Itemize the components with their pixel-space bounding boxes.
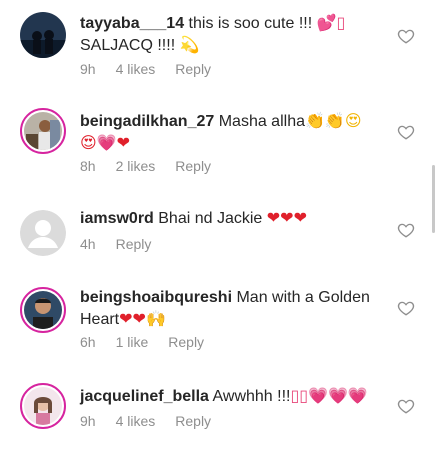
reply-button[interactable]: Reply [116, 236, 152, 252]
comment-emoji: ❤❤❤ [266, 208, 307, 227]
comment-username[interactable]: tayyaba___14 [80, 15, 184, 32]
comment-meta: 6h 1 like Reply [80, 334, 224, 350]
like-heart-icon[interactable] [397, 221, 415, 239]
avatar[interactable] [20, 210, 66, 256]
avatar[interactable] [20, 383, 66, 429]
comment-meta: 4h Reply [80, 236, 171, 252]
comment-emoji-line2: ❤❤🙌 [119, 309, 166, 328]
like-heart-icon[interactable] [397, 397, 415, 415]
comment-body: this is soo cute !!! [184, 15, 317, 32]
comment-time: 8h [80, 158, 96, 174]
comment-body: Bhai nd Jackie [153, 210, 267, 227]
avatar[interactable] [20, 287, 66, 333]
comment-username[interactable]: beingshoaibqureshi [80, 289, 232, 306]
comment-username[interactable]: beingadilkhan_27 [80, 113, 214, 130]
comment-emoji: 💕▯ [316, 13, 346, 32]
like-heart-icon[interactable] [397, 27, 415, 45]
avatar-image [24, 291, 62, 329]
comment-meta: 8h 2 likes Reply [80, 158, 231, 174]
comment-body-line2: SALJACQ !!!! [80, 37, 180, 54]
comment-likes[interactable]: 2 likes [116, 158, 156, 174]
avatar[interactable] [20, 108, 66, 154]
comment-text: beingadilkhan_27 Masha allha👏👏😍 😍💗❤ [80, 110, 380, 154]
like-heart-icon[interactable] [397, 299, 415, 317]
comment-body: Masha allha [214, 113, 305, 130]
comment-body-line2: Heart [80, 311, 120, 328]
like-heart-icon[interactable] [397, 123, 415, 141]
reply-button[interactable]: Reply [175, 61, 211, 77]
comment-likes[interactable]: 1 like [116, 334, 149, 350]
comment-emoji-line2: 💫 [179, 35, 200, 54]
comment-emoji: 👏👏😍 [304, 111, 362, 130]
comment-time: 9h [80, 61, 96, 77]
comment-username[interactable]: iamsw0rd [80, 210, 154, 227]
comment-text: tayyaba___14 this is soo cute !!! 💕▯ SAL… [80, 12, 380, 56]
avatar[interactable] [20, 12, 66, 58]
comment-emoji-line2: 😍💗❤ [80, 133, 131, 152]
comment-body: Man with a Golden [232, 289, 370, 306]
comment-text: jacquelinef_bella Awwhhh !!!▯▯💗💗💗 [80, 385, 380, 407]
scrollbar[interactable] [432, 165, 435, 233]
reply-button[interactable]: Reply [168, 334, 204, 350]
comment-time: 4h [80, 236, 96, 252]
comment-body: Awwhhh !!! [208, 388, 291, 405]
avatar-image [20, 12, 66, 58]
comment-text: beingshoaibqureshi Man with a Golden Hea… [80, 287, 380, 330]
comment-likes[interactable]: 4 likes [116, 413, 156, 429]
default-avatar-icon [20, 210, 66, 256]
comment-emoji: ▯▯💗💗💗 [290, 386, 368, 405]
comment-text: iamsw0rd Bhai nd Jackie ❤❤❤ [80, 207, 380, 229]
comment-meta: 9h 4 likes Reply [80, 61, 231, 77]
comment-time: 6h [80, 334, 96, 350]
comment-time: 9h [80, 413, 96, 429]
comment-likes[interactable]: 4 likes [116, 61, 156, 77]
reply-button[interactable]: Reply [175, 158, 211, 174]
avatar-image [24, 112, 62, 150]
reply-button[interactable]: Reply [175, 413, 211, 429]
comment-username[interactable]: jacquelinef_bella [80, 388, 209, 405]
avatar-image [24, 387, 62, 425]
comment-meta: 9h 4 likes Reply [80, 413, 231, 429]
